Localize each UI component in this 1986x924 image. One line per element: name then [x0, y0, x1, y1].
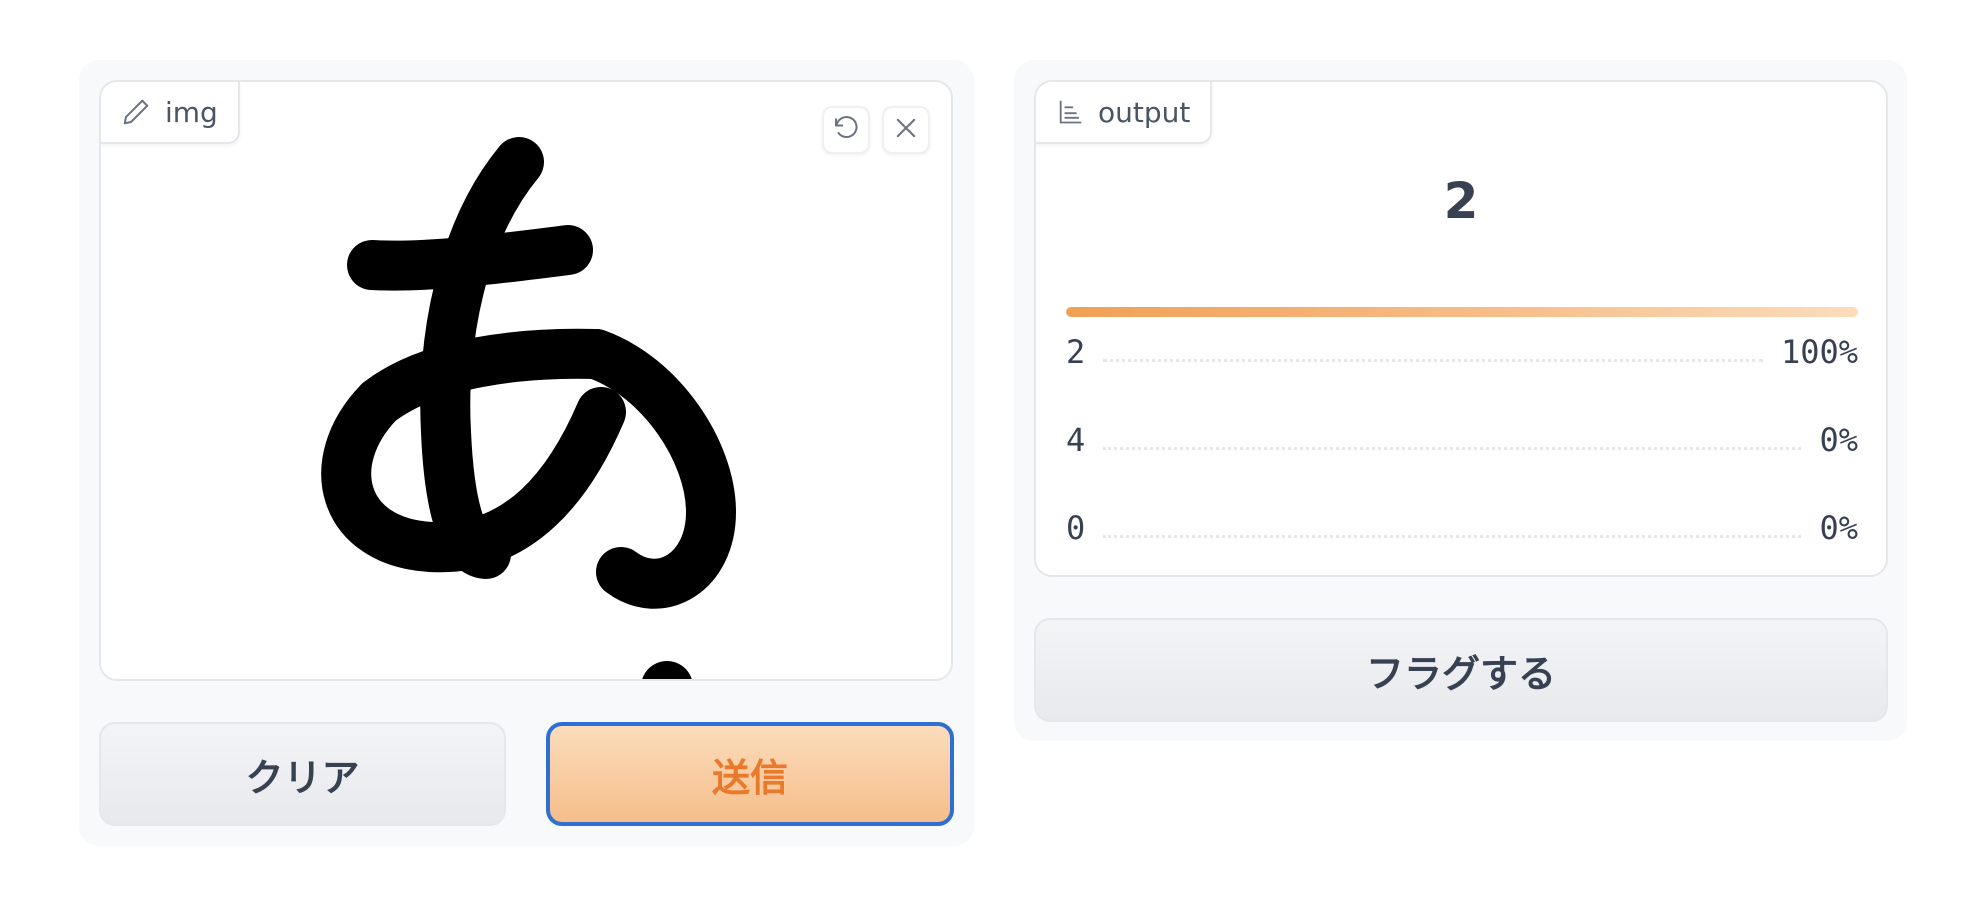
confidence-label: 4	[1066, 421, 1086, 459]
output-label: output	[1036, 82, 1213, 144]
image-input-block: img	[99, 80, 953, 681]
image-input-label-text: img	[165, 95, 218, 129]
pencil-icon	[121, 97, 151, 127]
confidence-value: 0%	[1819, 421, 1858, 459]
confidence-row: 4 0%	[1066, 418, 1858, 462]
flag-button[interactable]: フラグする	[1034, 618, 1888, 722]
drawing-canvas[interactable]	[101, 82, 951, 679]
confidence-label: 0	[1066, 509, 1086, 547]
undo-icon	[831, 113, 861, 147]
undo-button[interactable]	[822, 106, 870, 154]
output-panel: output 2 2 100% 4 0% 0 0% フラグする	[1014, 60, 1907, 741]
predicted-label: 2	[1443, 172, 1479, 230]
handwritten-strokes	[321, 137, 736, 609]
top-confidence-bar	[1066, 307, 1858, 317]
submit-button[interactable]: 送信	[546, 722, 954, 826]
output-block: output 2 2 100% 4 0% 0 0%	[1034, 80, 1888, 577]
output-label-text: output	[1098, 95, 1191, 129]
confidence-value: 100%	[1780, 333, 1858, 371]
bar-chart-icon	[1056, 98, 1084, 126]
ink-dot	[642, 661, 692, 679]
dotted-leader	[1103, 358, 1763, 362]
dotted-leader	[1103, 446, 1802, 450]
input-panel: img クリア 送信	[79, 60, 974, 846]
image-input-label: img	[101, 82, 240, 144]
confidence-value: 0%	[1819, 509, 1858, 547]
clear-button[interactable]: クリア	[99, 722, 506, 826]
confidence-row: 2 100%	[1066, 330, 1858, 374]
dotted-leader	[1103, 534, 1802, 538]
top-confidence-fill	[1066, 307, 1858, 317]
close-icon	[892, 114, 920, 146]
confidence-row: 0 0%	[1066, 506, 1858, 550]
confidence-label: 2	[1066, 333, 1086, 371]
clear-canvas-button[interactable]	[882, 106, 930, 154]
